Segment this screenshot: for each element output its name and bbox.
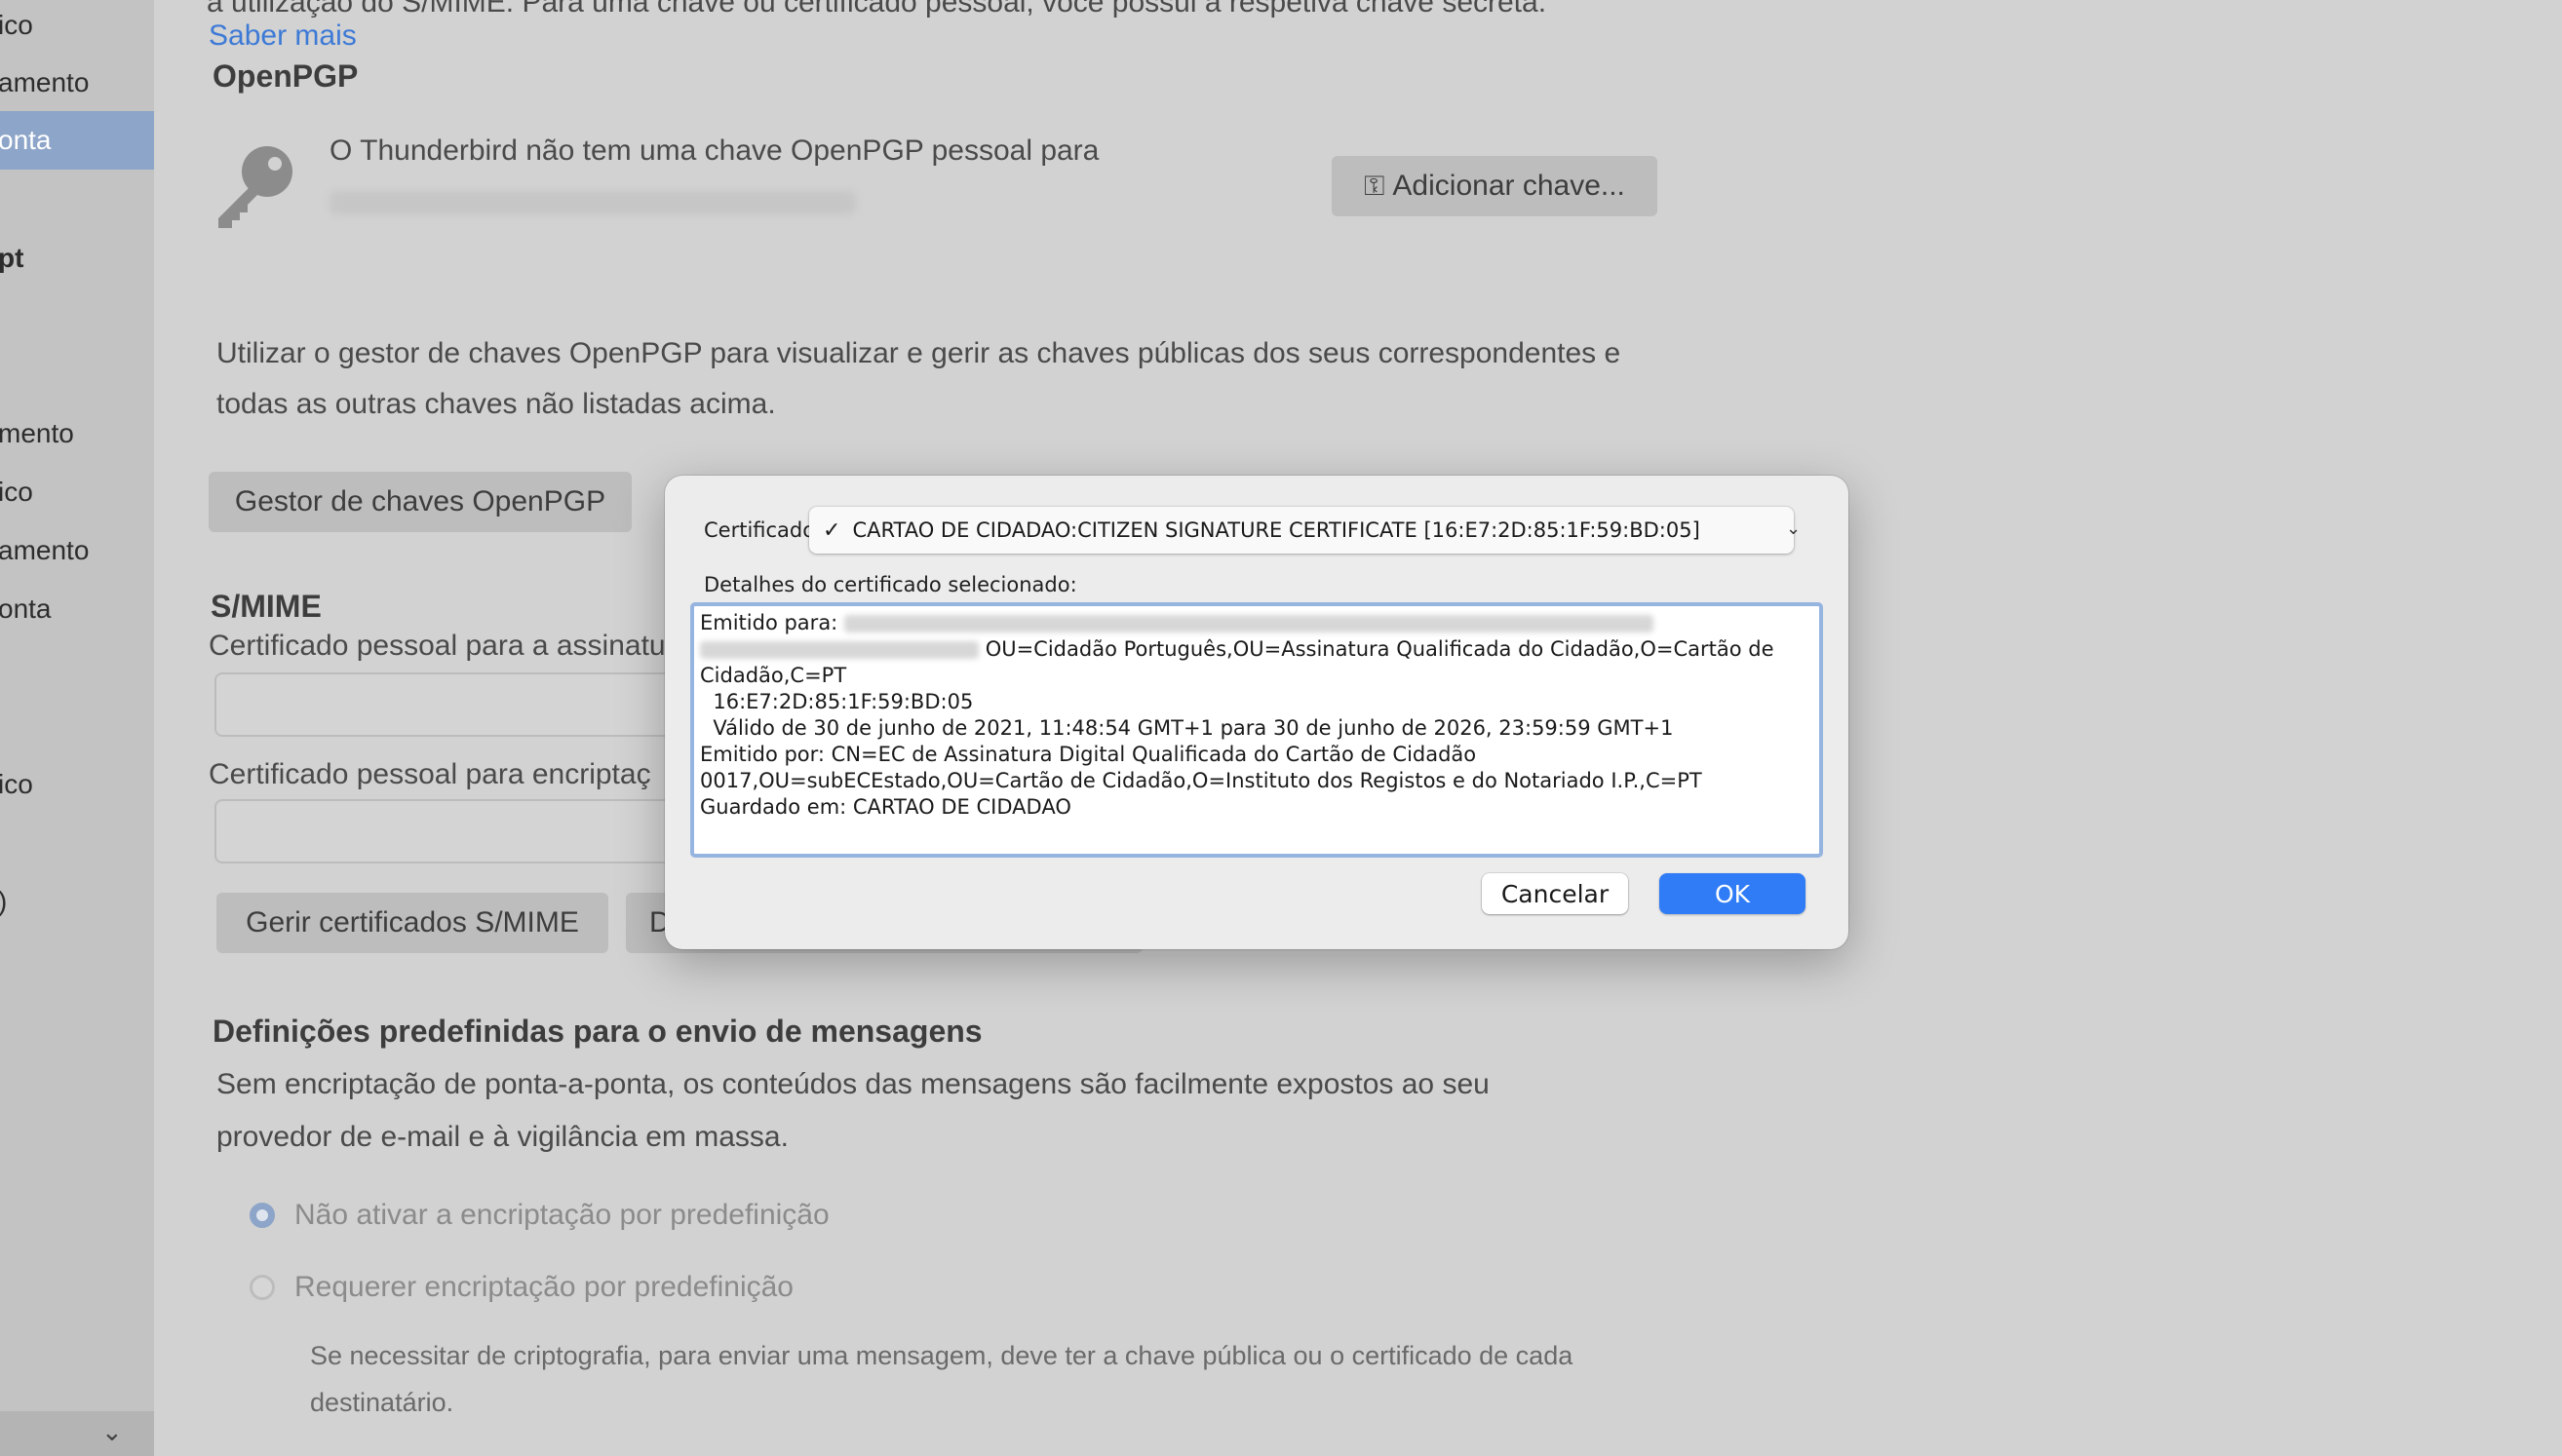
sidebar-item-label: ) xyxy=(0,872,7,931)
sidebar-footer[interactable]: ⌄ xyxy=(0,1411,154,1456)
sidebar-item-selected[interactable]: onta xyxy=(0,111,154,170)
no-encrypt-radio[interactable] xyxy=(250,1203,275,1228)
sidebar-item-label: amento xyxy=(0,67,90,97)
selected-certificate-value: CARTAO DE CIDADAO:CITIZEN SIGNATURE CERT… xyxy=(852,518,1700,542)
issued-to-line-2: OU=Cidadão Português,OU=Assinatura Quali… xyxy=(700,636,1813,663)
certificate-details-box[interactable]: Emitido para: OU=Cidadão Português,OU=As… xyxy=(690,602,1823,858)
issued-by-line-1: Emitido por: CN=EC de Assinatura Digital… xyxy=(700,743,1477,766)
sidebar-item[interactable]: ico xyxy=(0,463,154,521)
encryption-cert-field[interactable] xyxy=(214,799,677,863)
require-encrypt-note-line1: Se necessitar de criptografia, para envi… xyxy=(310,1341,1573,1370)
add-key-button[interactable]: ⚿ Adicionar chave... xyxy=(1332,156,1657,216)
sidebar-item[interactable]: onta xyxy=(0,580,154,638)
sidebar-item-label: ico xyxy=(0,10,33,40)
checkmark-icon: ✓ xyxy=(823,517,841,543)
redacted-subject-cont xyxy=(700,641,979,659)
send-defaults-text-line2: provedor de e-mail e à vigilância em mas… xyxy=(216,1121,789,1153)
key-manager-text-line1: Utilizar o gestor de chaves OpenPGP para… xyxy=(216,337,1621,369)
certificate-label: Certificado xyxy=(704,518,816,542)
learn-more-link[interactable]: Saber mais xyxy=(209,19,357,53)
sidebar-item[interactable]: amento xyxy=(0,521,154,580)
openpgp-key-manager-button[interactable]: Gestor de chaves OpenPGP xyxy=(209,472,632,532)
encryption-cert-label: Certificado pessoal para encriptaç xyxy=(209,758,651,790)
certificate-select[interactable]: ✓ CARTAO DE CIDADAO:CITIZEN SIGNATURE CE… xyxy=(809,507,1794,554)
manage-smime-button[interactable]: Gerir certificados S/MIME xyxy=(216,893,608,953)
signing-cert-label: Certificado pessoal para a assinatu xyxy=(209,630,666,662)
ok-button[interactable]: OK xyxy=(1659,873,1805,914)
sidebar-item[interactable]: ico xyxy=(0,755,154,814)
issued-to-suffix: OU=Cidadão Português,OU=Assinatura Quali… xyxy=(985,637,1774,661)
key-icon xyxy=(218,146,292,228)
sidebar-item[interactable]: ico xyxy=(0,0,154,55)
no-key-text: O Thunderbird não tem uma chave OpenPGP … xyxy=(330,134,1100,167)
require-encrypt-label[interactable]: Requerer encriptação por predefinição xyxy=(294,1271,794,1304)
sidebar-account-header[interactable]: pt xyxy=(0,229,154,287)
send-defaults-heading: Definições predefinidas para o envio de … xyxy=(213,1014,983,1049)
openpgp-heading: OpenPGP xyxy=(213,58,359,94)
no-encrypt-label[interactable]: Não ativar a encriptação por predefiniçã… xyxy=(294,1199,830,1232)
issued-by-line-2: 0017,OU=subECEstado,OU=Cartão de Cidadão… xyxy=(700,769,1702,792)
issued-to-line: Emitido para: xyxy=(700,610,1813,636)
sidebar-item-label: ico xyxy=(0,769,33,799)
validity-period: Válido de 30 de junho de 2021, 11:48:54 … xyxy=(700,716,1674,740)
sidebar-item-label: onta xyxy=(0,594,52,624)
require-encrypt-radio[interactable] xyxy=(250,1275,275,1300)
sidebar-item-label: onta xyxy=(0,125,52,155)
cancel-button[interactable]: Cancelar xyxy=(1482,873,1628,914)
sidebar-item-label: pt xyxy=(0,243,24,273)
redacted-email xyxy=(330,191,856,214)
issued-to-label: Emitido para: xyxy=(700,611,838,634)
sidebar-item-label: amento xyxy=(0,535,90,565)
require-encrypt-note-line2: destinatário. xyxy=(310,1388,454,1417)
chevron-down-icon[interactable]: ⌄ xyxy=(101,1417,123,1447)
key-add-icon: ⚿ xyxy=(1364,170,1385,201)
chevron-down-icon[interactable]: ⌄ xyxy=(1786,518,1801,539)
sidebar-item-label: mento xyxy=(0,418,74,448)
sidebar-item[interactable]: mento xyxy=(0,404,154,463)
sidebar-item[interactable]: amento xyxy=(0,54,154,112)
certificate-picker-dialog: Certificado ✓ CARTAO DE CIDADAO:CITIZEN … xyxy=(665,476,1848,949)
signing-cert-field[interactable] xyxy=(214,672,677,737)
serial-number: 16:E7:2D:85:1F:59:BD:05 xyxy=(700,690,974,713)
stored-in: Guardado em: CARTAO DE CIDADAO xyxy=(700,795,1071,819)
sidebar-item-label: ico xyxy=(0,477,33,507)
smime-heading: S/MIME xyxy=(211,589,322,624)
sidebar: ico amento onta pt mento ico amento onta… xyxy=(0,0,154,1456)
send-defaults-text-line1: Sem encriptação de ponta-a-ponta, os con… xyxy=(216,1068,1490,1100)
details-label: Detalhes do certificado selecionado: xyxy=(704,573,1077,596)
key-manager-text-line2: todas as outras chaves não listadas acim… xyxy=(216,388,776,420)
issued-to-cont: Cidadão,C=PT xyxy=(700,664,847,687)
sidebar-item[interactable]: ) xyxy=(0,872,154,931)
smime-intro-text: a utilização do S/MIME. Para uma chave o… xyxy=(207,0,1547,19)
add-key-label: Adicionar chave... xyxy=(1392,170,1625,202)
redacted-subject xyxy=(843,615,1653,632)
